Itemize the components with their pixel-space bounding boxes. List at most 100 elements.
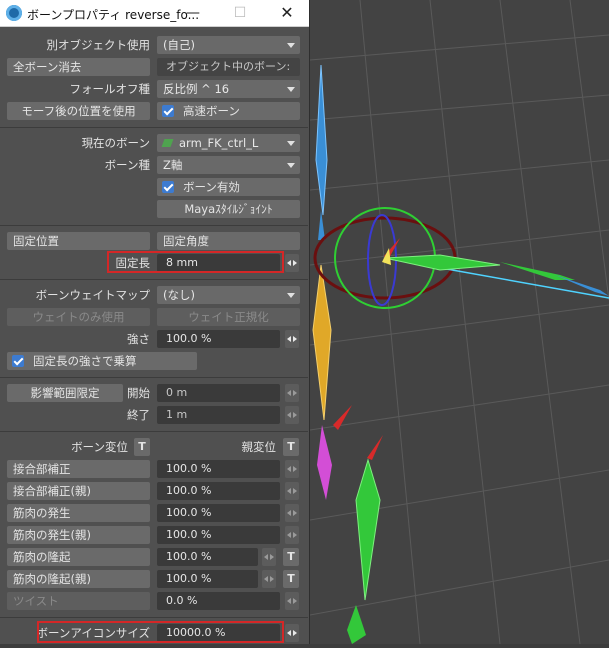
checkmark-icon	[162, 181, 174, 193]
minimize-icon[interactable]: —	[170, 0, 216, 27]
end-input[interactable]: 1 m	[157, 406, 280, 424]
bone-orange[interactable]	[312, 264, 332, 421]
highlight-bone-icon-size	[37, 621, 284, 643]
muscle-bulge-parent-input[interactable]: 100.0 %	[157, 570, 258, 588]
clear-all-bones-button[interactable]: 全ボーン消去	[7, 58, 150, 76]
end-spinner[interactable]	[285, 406, 299, 424]
bone-properties-panel: ボーンプロパティ reverse_fo... — ☐ ✕ 別オブジェクト使用 (…	[0, 0, 310, 644]
start-input[interactable]: 0 m	[157, 384, 280, 402]
muscle-flex-parent-input[interactable]: 100.0 %	[157, 526, 280, 544]
weight-normalize-button[interactable]: ウェイト正規化	[157, 308, 300, 326]
fast-bone-checkbox[interactable]: 高速ボーン	[157, 102, 300, 120]
muscle-bulge-parent-spinner[interactable]	[262, 570, 276, 588]
start-spinner[interactable]	[285, 384, 299, 402]
bone-red-upper[interactable]	[333, 405, 352, 430]
fast-bone-label: 高速ボーン	[183, 104, 240, 118]
muscle-bulge-spinner[interactable]	[262, 548, 276, 566]
rest-position-button[interactable]: 固定位置	[7, 232, 150, 250]
muscle-bulge-parent-button[interactable]: 筋肉の隆起(親)	[7, 570, 150, 588]
rest-length-spinner[interactable]	[285, 254, 299, 272]
bone-twist-t-button[interactable]: T	[134, 438, 150, 456]
multiply-label: 固定長の強さで乗算	[33, 354, 137, 368]
maya-style-joint-button[interactable]: Mayaｽﾀｲﾙｼﾞｮｲﾝﾄ	[157, 200, 300, 218]
end-label: 終了	[127, 408, 150, 422]
muscle-flex-input[interactable]: 100.0 %	[157, 504, 280, 522]
maximize-icon[interactable]: ☐	[217, 0, 263, 27]
bone-magenta[interactable]	[317, 425, 332, 500]
parent-twist-label: 親変位	[241, 440, 277, 454]
use-morphed-position-button[interactable]: モーフ後の位置を使用	[7, 102, 150, 120]
muscle-bulge-t-button[interactable]: T	[283, 548, 299, 566]
object-use-value: (自己)	[163, 38, 195, 52]
muscle-bulge-parent-t-button[interactable]: T	[283, 570, 299, 588]
joint-comp-parent-spinner[interactable]	[285, 482, 299, 500]
chevron-down-icon	[287, 141, 295, 146]
multiply-by-rest-length-checkbox[interactable]: 固定長の強さで乗算	[7, 352, 197, 370]
row-multiply: 固定長の強さで乗算	[0, 350, 308, 372]
strength-spinner[interactable]	[285, 330, 299, 348]
row-clear-all: 全ボーン消去 オブジェクト中のボーン:	[0, 56, 308, 78]
chevron-down-icon	[287, 163, 295, 168]
parent-twist-t-button[interactable]: T	[283, 438, 299, 456]
close-icon[interactable]: ✕	[264, 0, 309, 27]
joint-comp-parent-input[interactable]: 100.0 %	[157, 482, 280, 500]
strength-label: 強さ	[127, 332, 150, 346]
row-strength: 強さ 100.0 %	[0, 328, 308, 350]
bone-icon-size-spinner[interactable]	[285, 624, 299, 642]
joint-comp-parent-button[interactable]: 接合部補正(親)	[7, 482, 150, 500]
bone-blue-tip[interactable]	[318, 210, 325, 240]
bone-icon	[161, 139, 174, 147]
weight-map-dropdown[interactable]: (なし)	[157, 286, 300, 304]
muscle-flex-parent-spinner[interactable]	[285, 526, 299, 544]
rotation-ring-blue[interactable]	[367, 214, 397, 306]
bone-type-label: ボーン種	[104, 158, 150, 172]
bone-twist-label: ボーン変位	[71, 440, 128, 454]
bone-green-arm[interactable]	[384, 254, 501, 271]
divider	[0, 127, 308, 128]
bone-green-hand[interactable]	[347, 605, 366, 644]
current-bone-dropdown[interactable]: arm_FK_ctrl_L	[157, 134, 300, 152]
falloff-dropdown[interactable]: 反比例 ^ 16	[157, 80, 300, 98]
row-falloff: フォールオフ種 反比例 ^ 16	[0, 78, 308, 100]
bone-active-checkbox[interactable]: ボーン有効	[157, 178, 300, 196]
twist-input[interactable]: 0.0 %	[157, 592, 280, 610]
muscle-flex-button[interactable]: 筋肉の発生	[7, 504, 150, 522]
row-morph: モーフ後の位置を使用 高速ボーン	[0, 100, 308, 122]
rest-angle-button[interactable]: 固定角度	[157, 232, 300, 250]
muscle-flex-spinner[interactable]	[285, 504, 299, 522]
muscle-flex-parent-button[interactable]: 筋肉の発生(親)	[7, 526, 150, 544]
joint-comp-button[interactable]: 接合部補正	[7, 460, 150, 478]
joint-comp-input[interactable]: 100.0 %	[157, 460, 280, 478]
muscle-bulge-button[interactable]: 筋肉の隆起	[7, 548, 150, 566]
row-bone-active: ボーン有効	[0, 176, 308, 198]
chevron-down-icon	[287, 43, 295, 48]
bone-type-dropdown[interactable]: Z軸	[157, 156, 300, 174]
3d-viewport[interactable]	[309, 0, 609, 645]
row-muscle-bulge: 筋肉の隆起 100.0 % T	[0, 546, 308, 568]
bone-red-lower[interactable]	[367, 435, 383, 460]
bone-green-arm-2[interactable]	[500, 262, 575, 280]
bones-in-object-readout: オブジェクト中のボーン:	[157, 58, 300, 76]
strength-input[interactable]: 100.0 %	[157, 330, 280, 348]
joint-comp-spinner[interactable]	[285, 460, 299, 478]
limited-range-button[interactable]: 影響範囲限定	[7, 384, 123, 402]
divider	[0, 617, 308, 618]
row-current-bone: 現在のボーン arm_FK_ctrl_L	[0, 132, 308, 154]
weight-map-value: (なし)	[163, 288, 195, 302]
object-use-dropdown[interactable]: (自己)	[157, 36, 300, 54]
twist-button[interactable]: ツイスト	[7, 592, 150, 610]
row-influence-start: 影響範囲限定 開始 0 m	[0, 382, 308, 404]
row-muscle-flex: 筋肉の発生 100.0 %	[0, 502, 308, 524]
chevron-down-icon	[287, 293, 295, 298]
weight-only-button[interactable]: ウェイトのみ使用	[7, 308, 150, 326]
row-maya-joint: Mayaｽﾀｲﾙｼﾞｮｲﾝﾄ	[0, 198, 308, 220]
falloff-label: フォールオフ種	[69, 82, 151, 96]
current-bone-label: 現在のボーン	[81, 136, 150, 150]
twist-spinner[interactable]	[285, 592, 299, 610]
bone-green-forearm[interactable]	[355, 458, 381, 601]
divider	[0, 279, 308, 280]
row-twist-headers: ボーン変位 T 親変位 T	[0, 436, 308, 458]
muscle-bulge-input[interactable]: 100.0 %	[157, 548, 258, 566]
row-weight-options: ウェイトのみ使用 ウェイト正規化	[0, 306, 308, 328]
bone-blue[interactable]	[315, 64, 328, 216]
